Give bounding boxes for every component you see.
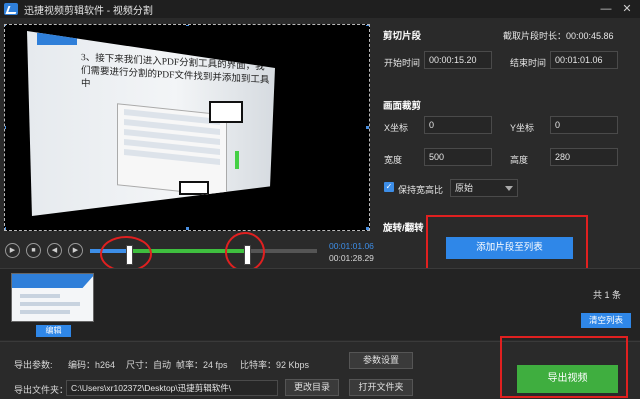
open-folder-button[interactable]: 打开文件夹 <box>349 379 413 396</box>
edit-button[interactable]: 编辑 <box>36 325 71 337</box>
change-dir-button[interactable]: 更改目录 <box>285 379 339 396</box>
size-info: 尺寸：自动 <box>126 360 172 370</box>
export-folder-label: 导出文件夹： <box>14 385 69 395</box>
clip-thumbnail[interactable] <box>11 273 94 322</box>
thumbnail-header <box>12 274 93 288</box>
settings-button[interactable]: 参数设置 <box>349 352 413 369</box>
clear-list-button[interactable]: 清空列表 <box>581 313 631 328</box>
fps-info: 帧率：24 fps <box>176 360 228 370</box>
bitrate-info: 比特率：92 Kbps <box>240 360 310 370</box>
clip-list <box>0 268 640 340</box>
app-window: 迅捷视频剪辑软件 - 视频分割 — ✕ 3、接下来我们进入PDF分割工具的界面，… <box>0 0 640 399</box>
export-params-label: 导出参数: <box>14 360 53 370</box>
codec-info: 编码：h264 <box>68 360 116 370</box>
annotation-box <box>500 336 628 398</box>
clip-count: 共 1 条 <box>593 290 622 300</box>
export-folder-input[interactable]: C:\Users\xr102372\Desktop\迅捷剪辑软件\ <box>66 380 278 396</box>
